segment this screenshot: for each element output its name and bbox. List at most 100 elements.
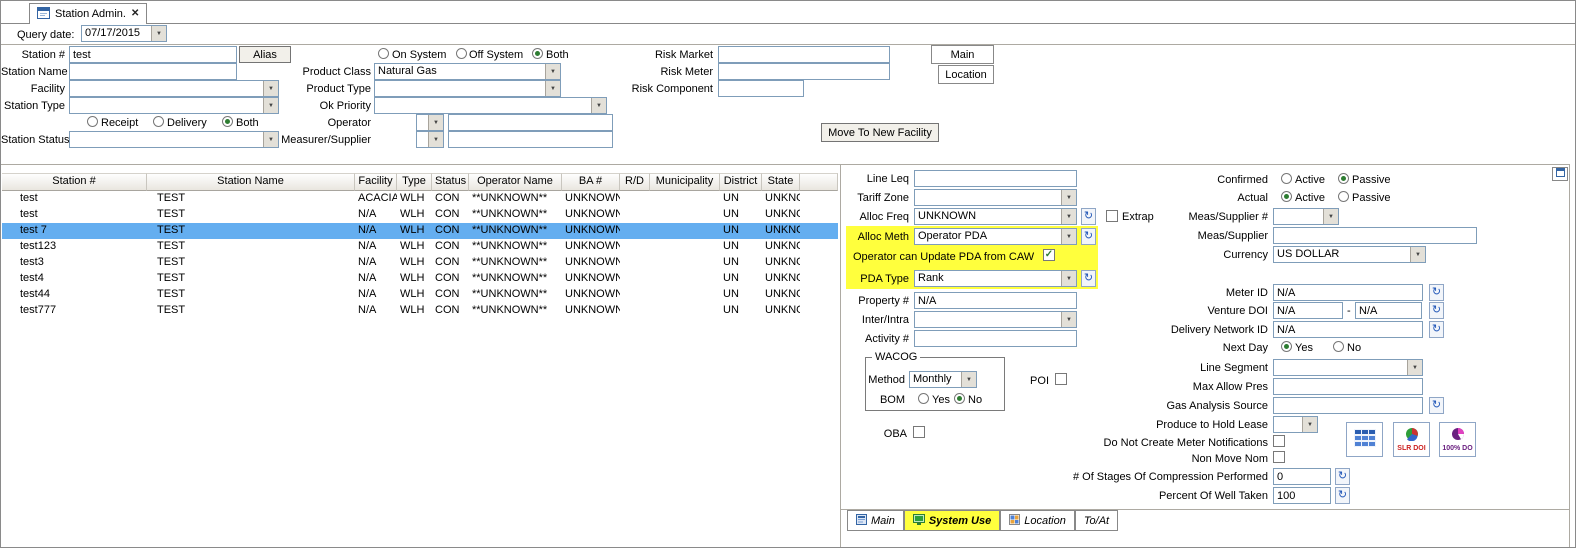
table-cell: UNKNOWN — [562, 207, 620, 223]
risk-meter-input[interactable] — [718, 63, 890, 80]
table-cell: WLH — [397, 223, 432, 239]
slr-doi-button[interactable]: SLR DOI — [1393, 422, 1430, 457]
station-name-input[interactable] — [69, 63, 237, 80]
meter-id-input[interactable] — [1273, 284, 1423, 301]
table-row[interactable]: test4TESTN/AWLHCON**UNKNOWN**UNKNOWNUNUN… — [2, 271, 838, 287]
bom-yes-radio[interactable] — [918, 393, 929, 404]
move-to-new-facility-button[interactable]: Move To New Facility — [821, 123, 939, 142]
risk-market-input[interactable] — [718, 46, 890, 63]
operator-input[interactable] — [448, 114, 613, 131]
confirmed-active-radio[interactable] — [1281, 173, 1292, 184]
bom-no-radio[interactable] — [954, 393, 965, 404]
risk-component-input[interactable] — [718, 80, 804, 97]
tab-system-use[interactable]: System Use — [904, 510, 1000, 531]
off-system-radio[interactable] — [456, 48, 467, 59]
gas-analysis-source-input[interactable] — [1273, 397, 1423, 414]
actual-active-radio[interactable] — [1281, 191, 1292, 202]
line-segment-select[interactable]: ▼ — [1273, 359, 1423, 376]
chevron-down-icon: ▼ — [961, 372, 976, 387]
rd-both-radio[interactable] — [222, 116, 233, 127]
table-cell: **UNKNOWN** — [469, 239, 562, 255]
currency-label: Currency — [1028, 249, 1268, 262]
venture-doi-input[interactable] — [1273, 302, 1343, 319]
table-row[interactable]: testTESTN/AWLHCON**UNKNOWN**UNKNOWNUNUNK… — [2, 207, 838, 223]
measurer-supplier-select[interactable]: ▼ — [416, 131, 444, 148]
percent-of-well-taken-input[interactable] — [1273, 487, 1331, 504]
refresh-icon: ↻ — [1432, 305, 1441, 316]
confirmed-passive-radio[interactable] — [1338, 173, 1349, 184]
next-day-no-radio[interactable] — [1333, 341, 1344, 352]
venture-doi-input-2[interactable] — [1355, 302, 1422, 319]
table-cell — [650, 191, 720, 207]
column-header[interactable]: Station Name — [147, 173, 355, 191]
venture-doi-refresh-button[interactable]: ↻ — [1429, 302, 1444, 319]
main-tab-icon — [856, 514, 867, 528]
meas-supplier-input[interactable] — [1273, 227, 1477, 244]
station-status-select[interactable]: ▼ — [69, 131, 279, 148]
tab-to-at[interactable]: To/At — [1075, 510, 1118, 531]
meas-supplier-number-select[interactable]: ▼ — [1273, 208, 1339, 225]
product-type-select[interactable]: ▼ — [374, 80, 561, 97]
meter-id-refresh-button[interactable]: ↻ — [1429, 284, 1444, 301]
max-allow-pres-input[interactable] — [1273, 378, 1423, 395]
detach-panel-button[interactable] — [1552, 167, 1568, 181]
tab-location[interactable]: Location — [1000, 510, 1075, 531]
tab-station-admin[interactable]: Station Admin. ✕ — [29, 3, 147, 24]
query-date-select[interactable]: 07/17/2015 ▼ — [81, 25, 167, 42]
stages-of-compression-refresh-button[interactable]: ↻ — [1335, 468, 1350, 485]
delivery-network-id-input[interactable] — [1273, 321, 1423, 338]
column-header[interactable]: R/D — [620, 173, 650, 191]
percent-of-well-taken-refresh-button[interactable]: ↻ — [1335, 487, 1350, 504]
table-row[interactable]: test777TESTN/AWLHCON**UNKNOWN**UNKNOWNUN… — [2, 303, 838, 319]
pda-type-refresh-button[interactable]: ↻ — [1081, 270, 1096, 287]
on-system-radio[interactable] — [378, 48, 389, 59]
table-row[interactable]: test 7TESTN/AWLHCON**UNKNOWN**UNKNOWNUNU… — [2, 223, 838, 239]
facility-select[interactable]: ▼ — [69, 80, 279, 97]
station-number-input[interactable] — [69, 46, 237, 63]
main-nav-button[interactable]: Main — [931, 45, 994, 64]
alias-button[interactable]: Alias — [239, 46, 291, 63]
wacog-method-select[interactable]: Monthly ▼ — [909, 371, 977, 388]
refresh-icon: ↻ — [1338, 471, 1347, 482]
pda-type-select[interactable]: Rank ▼ — [914, 270, 1077, 287]
do-not-create-meter-notifications-checkbox[interactable] — [1273, 435, 1285, 447]
column-header[interactable]: Status — [432, 173, 469, 191]
system-both-radio[interactable] — [532, 48, 543, 59]
grid-view-button[interactable] — [1346, 422, 1383, 457]
delivery-network-id-refresh-button[interactable]: ↻ — [1429, 321, 1444, 338]
table-cell: UNKNOWN — [562, 255, 620, 271]
risk-component-label: Risk Component — [613, 83, 713, 96]
column-header[interactable]: District — [720, 173, 762, 191]
stages-of-compression-input[interactable] — [1273, 468, 1331, 485]
inter-intra-label: Inter/Intra — [761, 314, 909, 327]
location-nav-button[interactable]: Location — [938, 65, 994, 84]
table-row[interactable]: test123TESTN/AWLHCON**UNKNOWN**UNKNOWNUN… — [2, 239, 838, 255]
column-header[interactable]: Type — [397, 173, 432, 191]
column-header[interactable]: BA # — [562, 173, 620, 191]
oba-checkbox[interactable] — [913, 426, 925, 438]
column-header[interactable]: Operator Name — [469, 173, 562, 191]
table-row[interactable]: testTESTACACIAWLHCON**UNKNOWN**UNKNOWNUN… — [2, 191, 838, 207]
gas-analysis-source-refresh-button[interactable]: ↻ — [1429, 397, 1444, 414]
actual-passive-label: Passive — [1352, 192, 1391, 205]
actual-passive-radio[interactable] — [1338, 191, 1349, 202]
close-icon[interactable]: ✕ — [131, 9, 139, 19]
delivery-radio[interactable] — [153, 116, 164, 127]
column-header[interactable]: Station # — [2, 173, 147, 191]
operator-select[interactable]: ▼ — [416, 114, 444, 131]
next-day-yes-radio[interactable] — [1281, 341, 1292, 352]
tab-main[interactable]: Main — [847, 510, 904, 531]
percent-do-button[interactable]: 100% DO — [1439, 422, 1476, 457]
column-header[interactable]: Municipality — [650, 173, 720, 191]
ok-priority-select[interactable]: ▼ — [374, 97, 607, 114]
measurer-supplier-input[interactable] — [448, 131, 613, 148]
produce-to-hold-lease-select[interactable]: ▼ — [1273, 416, 1318, 433]
table-row[interactable]: test3TESTN/AWLHCON**UNKNOWN**UNKNOWNUNUN… — [2, 255, 838, 271]
receipt-radio[interactable] — [87, 116, 98, 127]
column-header[interactable]: Facility — [355, 173, 397, 191]
product-class-select[interactable]: Natural Gas ▼ — [374, 63, 561, 80]
currency-select[interactable]: US DOLLAR ▼ — [1273, 246, 1426, 263]
non-move-nom-checkbox[interactable] — [1273, 451, 1285, 463]
station-type-select[interactable]: ▼ — [69, 97, 279, 114]
table-row[interactable]: test44TESTN/AWLHCON**UNKNOWN**UNKNOWNUNU… — [2, 287, 838, 303]
